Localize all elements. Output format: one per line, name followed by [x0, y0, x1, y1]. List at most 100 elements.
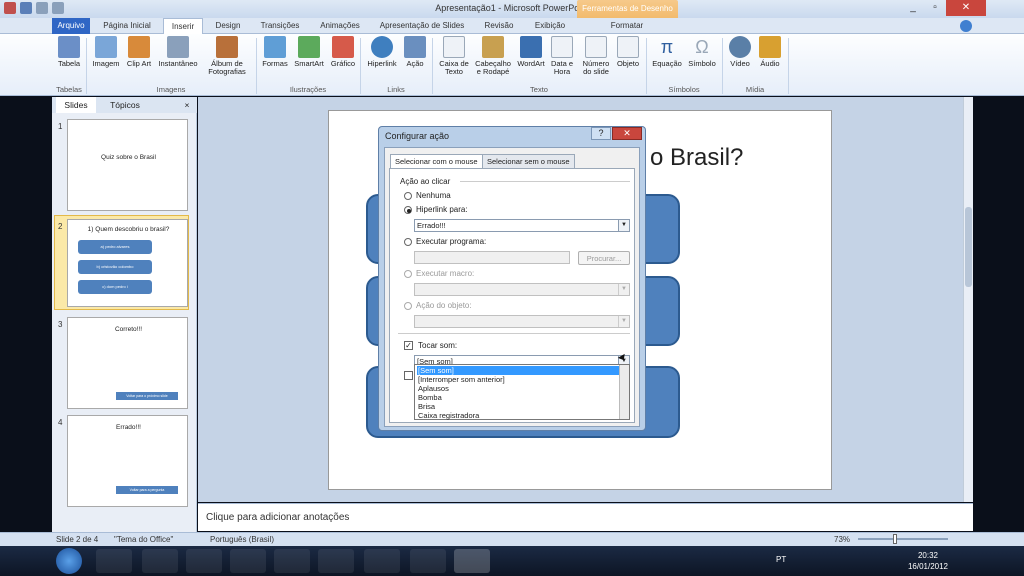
video-button[interactable]: Vídeo [726, 36, 754, 84]
tab-home[interactable]: Página Inicial [96, 18, 158, 34]
hyperlink-button[interactable]: Hiperlink [364, 36, 400, 84]
hyperlink-select[interactable]: Errado!!! ▼ [414, 219, 630, 232]
language-indicator[interactable]: Português (Brasil) [210, 535, 274, 544]
tab-view[interactable]: Exibição [526, 18, 574, 34]
screenshot-label: Instantâneo [158, 59, 198, 68]
slide-indicator: Slide 2 de 4 [56, 535, 99, 544]
tab-slideshow[interactable]: Apresentação de Slides [372, 18, 472, 34]
radio-hyperlink[interactable] [404, 206, 412, 214]
wordart-button[interactable]: WordArt [516, 36, 546, 84]
taskbar-media-icon[interactable] [318, 549, 354, 573]
chevron-down-icon[interactable]: ▼ [618, 284, 629, 295]
header-footer-icon [482, 36, 504, 58]
tab-animations[interactable]: Animações [312, 18, 368, 34]
tab-mouse-over[interactable]: Selecionar sem o mouse [482, 154, 575, 168]
play-sound-checkbox[interactable]: ✓ [404, 341, 413, 350]
tab-format[interactable]: Formatar [600, 18, 654, 34]
highlight-checkbox[interactable] [404, 371, 413, 380]
shapes-icon [264, 36, 286, 58]
minimize-icon[interactable]: _ [902, 0, 924, 16]
sound-option[interactable]: Brisa [417, 402, 619, 411]
system-clock[interactable]: 20:32 16/01/2012 [906, 550, 950, 572]
close-window-icon[interactable]: ✕ [946, 0, 986, 16]
object-button[interactable]: Objeto [614, 36, 642, 84]
tab-outline[interactable]: Tópicos [102, 97, 148, 113]
taskbar-app-icon[interactable] [410, 549, 446, 573]
audio-button[interactable]: Áudio [756, 36, 784, 84]
table-label: Tabela [57, 59, 81, 68]
browse-button[interactable]: Procurar... [578, 251, 630, 265]
header-footer-button[interactable]: Cabeçalho e Rodapé [472, 36, 514, 84]
tab-transitions[interactable]: Transições [252, 18, 308, 34]
keyboard-language[interactable]: PT [776, 555, 786, 564]
screenshot-button[interactable]: Instantâneo [156, 36, 200, 84]
dialog-close-icon[interactable]: ✕ [612, 127, 642, 140]
sound-option[interactable]: [Sem som] [417, 366, 619, 375]
slide-thumbnail-2[interactable]: 1) Quem descobriu o brasil? a) pedro alv… [67, 219, 188, 307]
symbol-button[interactable]: Ω Símbolo [686, 36, 718, 84]
taskbar-powerpoint-icon[interactable] [454, 549, 490, 573]
radio-run-program[interactable] [404, 238, 412, 246]
taskbar-explorer-icon[interactable] [186, 549, 222, 573]
zoom-level[interactable]: 73% [834, 535, 850, 544]
picture-button[interactable]: Imagem [90, 36, 122, 84]
program-path-input[interactable] [414, 251, 570, 264]
dialog-title: Configurar ação [385, 131, 450, 141]
help-icon[interactable] [960, 20, 972, 32]
clipart-label: Clip Art [126, 59, 152, 68]
sound-option[interactable]: Bomba [417, 393, 619, 402]
table-button[interactable]: Tabela [54, 36, 84, 84]
textbox-button[interactable]: Caixa de Texto [438, 36, 470, 84]
zoom-slider-thumb[interactable] [893, 534, 897, 544]
tab-review[interactable]: Revisão [476, 18, 522, 34]
taskbar-app-icon[interactable] [142, 549, 178, 573]
zoom-slider[interactable] [858, 538, 948, 540]
action-button[interactable]: Ação [402, 36, 428, 84]
chevron-down-icon[interactable]: ▼ [618, 316, 629, 327]
clipart-button[interactable]: Clip Art [124, 36, 154, 84]
photo-album-button[interactable]: Álbum de Fotografias [202, 36, 252, 84]
equation-button[interactable]: π Equação [650, 36, 684, 84]
radio-none[interactable] [404, 192, 412, 200]
maximize-icon[interactable]: ▫ [924, 0, 946, 16]
dialog-help-icon[interactable]: ? [591, 127, 611, 140]
slide-thumbnail-3[interactable]: Correto!!! Voltar para o próximo slide [67, 317, 188, 409]
sound-option[interactable]: [Interromper som anterior] [417, 375, 619, 384]
taskbar-word-icon[interactable] [230, 549, 266, 573]
chart-button[interactable]: Gráfico [328, 36, 358, 84]
taskbar-outlook-icon[interactable] [274, 549, 310, 573]
sound-option[interactable]: Caixa registradora [417, 411, 619, 420]
radio-run-macro[interactable] [404, 270, 412, 278]
chevron-down-icon[interactable]: ▼ [618, 220, 629, 231]
tab-file[interactable]: Arquivo [52, 18, 90, 34]
smartart-icon [298, 36, 320, 58]
close-panel-icon[interactable]: × [182, 97, 192, 113]
dropdown-scrollbar[interactable] [619, 365, 629, 419]
sound-dropdown-list[interactable]: [Sem som] [Interromper som anterior] Apl… [414, 364, 630, 420]
taskbar-app-icon[interactable] [364, 549, 400, 573]
smartart-button[interactable]: SmartArt [292, 36, 326, 84]
slide-title[interactable]: o Brasil? [650, 144, 743, 172]
sound-option[interactable]: Aplausos [417, 384, 619, 393]
radio-object-action[interactable] [404, 302, 412, 310]
slide-number-button[interactable]: Número do slide [578, 36, 614, 84]
notes-placeholder: Clique para adicionar anotações [206, 512, 350, 523]
slide-thumbnail-4[interactable]: Errado!!! Voltar para a pergunta [67, 415, 188, 507]
macro-select[interactable]: ▼ [414, 283, 630, 296]
shapes-button[interactable]: Formas [260, 36, 290, 84]
date-time-button[interactable]: Data e Hora [548, 36, 576, 84]
notes-pane[interactable]: Clique para adicionar anotações [198, 503, 973, 531]
tab-slides[interactable]: Slides [56, 97, 96, 113]
object-action-select[interactable]: ▼ [414, 315, 630, 328]
start-button-icon[interactable] [56, 548, 82, 574]
tab-design[interactable]: Design [208, 18, 248, 34]
symbol-icon: Ω [695, 37, 709, 57]
slide-thumbnail-1[interactable]: Quiz sobre o Brasil [67, 119, 188, 211]
picture-icon [95, 36, 117, 58]
taskbar-ie-icon[interactable] [96, 549, 132, 573]
vertical-scrollbar[interactable] [963, 97, 973, 502]
picture-label: Imagem [92, 59, 120, 68]
tab-mouse-click[interactable]: Selecionar com o mouse [390, 154, 483, 168]
tab-insert[interactable]: Inserir [163, 18, 203, 35]
scroll-thumb[interactable] [965, 207, 972, 287]
